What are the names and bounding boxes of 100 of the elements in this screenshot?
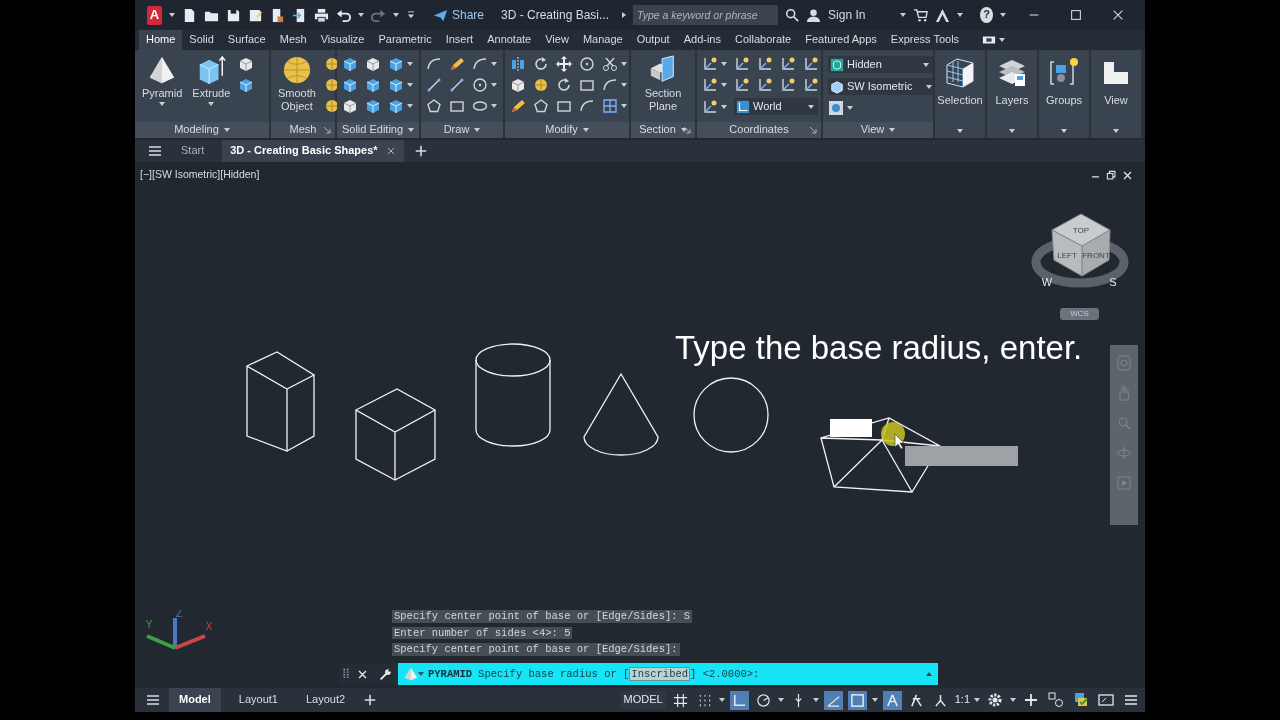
save-as-icon[interactable]	[247, 7, 263, 23]
ribbon-tab[interactable]: Solid	[182, 30, 221, 50]
maximize-icon[interactable]	[1069, 8, 1083, 22]
printer-icon[interactable]	[313, 7, 329, 23]
cube-icon[interactable]	[388, 77, 404, 93]
launcher-arrow-icon[interactable]	[683, 126, 691, 134]
ribbon-panel-button[interactable]: Selection	[935, 50, 985, 138]
rectangle-icon[interactable]	[449, 98, 465, 114]
layout-tab[interactable]: Layout1	[228, 688, 288, 712]
axes-icon[interactable]	[702, 98, 718, 115]
menu-icon[interactable]	[147, 143, 163, 159]
cart-icon[interactable]	[913, 7, 929, 23]
axes-icon[interactable]	[757, 56, 773, 72]
axes-icon[interactable]	[757, 77, 773, 93]
ribbon-tab[interactable]: Home	[139, 30, 183, 50]
panel-title-bar[interactable]: Section	[631, 122, 695, 138]
shapes-icon[interactable]	[1048, 692, 1064, 708]
cube-face-label[interactable]: TOP	[1072, 226, 1090, 235]
ribbon-tab[interactable]: Surface	[220, 30, 273, 50]
search-field[interactable]: Type a keyword or phrase	[633, 5, 779, 25]
dropdown[interactable]: World	[734, 98, 818, 115]
ellipse-icon[interactable]	[472, 98, 488, 114]
dynamic-input-field[interactable]	[905, 446, 1018, 466]
mirror-icon[interactable]	[510, 56, 526, 72]
ribbon-tab[interactable]: Parametric	[371, 30, 439, 50]
monitor-icon[interactable]	[1098, 692, 1114, 708]
plus-icon[interactable]	[413, 144, 428, 158]
ribbon-tab[interactable]: Express Tools	[883, 30, 967, 50]
ribbon-tab[interactable]: Manage	[575, 30, 630, 50]
search-icon[interactable]	[785, 8, 800, 22]
polygon-icon[interactable]	[533, 98, 549, 114]
ribbon-panel-button[interactable]: View	[1091, 50, 1141, 138]
status-toggle[interactable]	[823, 690, 843, 710]
menu-icon[interactable]	[145, 692, 161, 708]
annotation-scale-button[interactable]: 1:1	[954, 693, 980, 707]
panel-title-bar[interactable]: View	[823, 122, 933, 138]
panel-title-bar[interactable]: Mesh	[271, 122, 335, 138]
cube-face-label[interactable]: FRONT	[1082, 251, 1110, 260]
line-icon[interactable]	[426, 77, 442, 93]
ribbon-tab[interactable]: Insert	[438, 30, 481, 50]
compass-label[interactable]: S	[1109, 276, 1117, 288]
status-toggle[interactable]	[847, 690, 867, 710]
pencil-icon[interactable]	[449, 56, 465, 72]
rotate-icon[interactable]	[533, 56, 549, 72]
plus-icon[interactable]	[1023, 692, 1039, 708]
compass-label[interactable]: W	[1041, 276, 1053, 288]
ribbon-tab[interactable]: Add-ins	[676, 30, 728, 50]
redo-icon[interactable]	[370, 7, 386, 23]
axes-icon[interactable]	[780, 56, 796, 72]
ribbon-tab[interactable]: Visualize	[313, 30, 372, 50]
ribbon-tab[interactable]: Featured Apps	[798, 30, 884, 50]
status-toggle[interactable]	[882, 690, 902, 710]
ribbon-panel-button[interactable]: Groups	[1039, 50, 1089, 138]
save-icon[interactable]	[225, 7, 241, 23]
sign-in-link[interactable]: Sign In	[828, 7, 866, 23]
dropdown[interactable]: Hidden	[828, 56, 933, 73]
launcher-arrow-icon[interactable]	[809, 126, 817, 134]
cube-icon[interactable]	[830, 79, 844, 94]
ribbon-button[interactable]: Section Plane	[636, 54, 690, 114]
cube-icon[interactable]	[342, 77, 358, 93]
grid-icon[interactable]	[602, 98, 618, 114]
axes-icon[interactable]	[803, 56, 819, 72]
model-space-button[interactable]: MODEL	[620, 691, 666, 709]
dropdown[interactable]: SW Isometric	[828, 78, 933, 95]
box-icon[interactable]	[510, 77, 526, 93]
cube-icon[interactable]	[365, 77, 381, 93]
scissors-icon[interactable]	[602, 56, 618, 72]
wrench-icon[interactable]	[379, 667, 392, 681]
axes-icon[interactable]	[736, 99, 750, 114]
launcher-arrow-icon[interactable]	[323, 126, 331, 134]
axes-icon[interactable]	[734, 56, 750, 72]
viewcube-icon[interactable]	[1051, 213, 1111, 277]
panel-title-bar[interactable]: Coordinates	[697, 122, 821, 138]
ribbon-button[interactable]: Pyramid	[140, 54, 185, 107]
panel-title-bar[interactable]: Solid Editing	[337, 122, 419, 138]
arc-icon[interactable]	[602, 77, 618, 93]
layout-tab[interactable]: Model	[169, 688, 221, 712]
cube-face-label[interactable]: LEFT	[1057, 251, 1077, 260]
help-button[interactable]: ?	[980, 7, 993, 23]
panel-title-bar[interactable]: Draw	[421, 122, 503, 138]
rectangle-icon[interactable]	[556, 98, 572, 114]
polygon-icon[interactable]	[426, 98, 442, 114]
axes-icon[interactable]	[702, 56, 718, 72]
ribbon-tab[interactable]: Output	[629, 30, 677, 50]
dropdown-icon[interactable]	[405, 9, 416, 21]
viewport-controls-label[interactable]: [−][SW Isometric][Hidden]	[140, 168, 260, 181]
file-tab[interactable]: 3D - Creating Basic Shapes*	[222, 140, 404, 162]
cube-icon[interactable]	[388, 98, 404, 114]
restore-icon[interactable]	[1106, 170, 1117, 181]
pencil-icon[interactable]	[510, 98, 526, 114]
cube-icon[interactable]	[238, 77, 255, 93]
file-tab[interactable]: Start	[173, 140, 213, 162]
ribbon-tab[interactable]: View	[538, 30, 576, 50]
axes-icon[interactable]	[702, 77, 718, 93]
arc-icon[interactable]	[426, 56, 442, 72]
line-icon[interactable]	[449, 77, 465, 93]
menu-icon[interactable]	[1123, 692, 1139, 708]
app-logo[interactable]: A	[147, 5, 162, 25]
dynamic-input-field[interactable]	[830, 419, 872, 437]
axes-icon[interactable]	[780, 77, 796, 93]
